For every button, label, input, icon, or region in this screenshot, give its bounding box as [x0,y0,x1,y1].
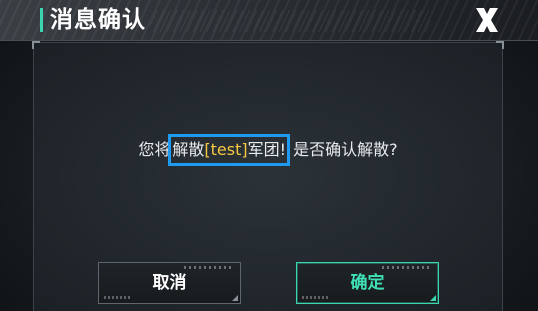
message-prefix: 您将 [138,140,171,159]
highlight-box: 解散[test]军团! [168,134,291,166]
title-accent-bar [40,8,43,32]
message-suffix: 军团! [247,140,287,159]
dialog-panel: 您将 解散[test]军团! 是否确认解散? 取消 确定 [32,41,504,311]
button-corner [232,295,238,301]
confirm-button-label: 确定 [350,273,385,293]
legion-name: [test] [204,140,248,159]
button-decoration [104,296,132,299]
title-decoration [150,10,430,32]
close-x-icon [476,8,498,32]
dialog-title: 消息确认 [50,7,146,33]
button-decoration [302,296,330,299]
game-screen: 消息确认 您将 解散[test]军团! 是否确认解散? 取消 确定 [0,0,538,311]
panel-corner [496,41,504,49]
confirm-message: 您将 解散[test]军团! 是否确认解散? [34,134,502,166]
panel-corner [32,41,40,49]
close-button[interactable] [470,4,504,36]
dialog-title-bar: 消息确认 [0,0,538,41]
cancel-button-label: 取消 [152,273,187,293]
button-corner [430,295,436,301]
message-question: 是否确认解散? [288,140,398,159]
message-action: 解散 [172,140,205,159]
confirm-button[interactable]: 确定 [296,262,439,304]
button-decoration [382,266,432,269]
button-decoration [184,266,234,269]
cancel-button[interactable]: 取消 [98,262,241,304]
